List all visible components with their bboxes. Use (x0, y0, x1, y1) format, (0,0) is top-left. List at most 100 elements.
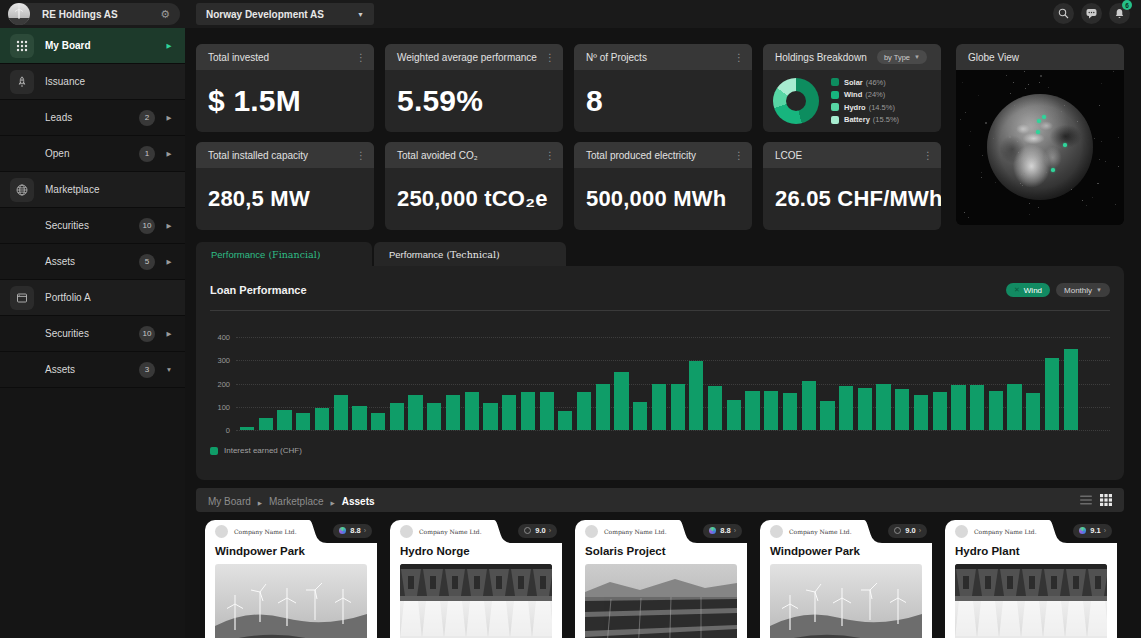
bar[interactable] (352, 406, 366, 430)
bar[interactable] (1026, 393, 1040, 430)
sidebar-item-issuance-1[interactable]: Issuance (0, 64, 185, 100)
bar[interactable] (521, 392, 535, 430)
by-type-select[interactable]: by Type▼ (877, 50, 927, 64)
kebab-menu-icon[interactable]: ⋮ (545, 52, 555, 63)
breadcrumb-assets[interactable]: Assets (342, 496, 375, 507)
bar[interactable] (633, 402, 647, 430)
bar[interactable] (839, 386, 853, 430)
workspace-select[interactable]: Norway Development AS ▼ (196, 3, 374, 25)
bar[interactable] (951, 385, 965, 430)
sidebar-item-leads-2[interactable]: Leads2▶ (0, 100, 185, 136)
asset-location-marker[interactable] (1063, 143, 1067, 147)
bar[interactable] (446, 395, 460, 430)
main-content: Total invested⋮$ 1.5MWeighted average pe… (196, 28, 1141, 638)
tab-performance-financial[interactable]: Performance(Financial) (196, 242, 372, 266)
bar[interactable] (652, 384, 666, 431)
bar[interactable] (577, 392, 591, 430)
bar[interactable] (876, 384, 890, 431)
grid-view-icon[interactable] (1100, 494, 1112, 506)
bar[interactable] (334, 395, 348, 430)
bar[interactable] (614, 372, 628, 430)
list-view-icon[interactable] (1080, 495, 1092, 505)
score-badge[interactable]: 9.1› (1073, 524, 1112, 538)
bar[interactable] (802, 381, 816, 430)
bar[interactable] (708, 386, 722, 430)
notifications-button[interactable]: 6 (1109, 3, 1130, 24)
gear-icon[interactable]: ⚙ (160, 8, 170, 21)
bar[interactable] (914, 395, 928, 430)
kebab-menu-icon[interactable]: ⋮ (545, 150, 555, 161)
interval-select-chip[interactable]: Monthly ▼ (1056, 283, 1110, 297)
bar[interactable] (296, 413, 310, 430)
bar[interactable] (277, 410, 291, 430)
breadcrumb-my-board[interactable]: My Board (208, 496, 251, 507)
kpi-title: LCOE (775, 150, 923, 161)
bar[interactable] (596, 384, 610, 431)
bar[interactable] (989, 391, 1003, 431)
kebab-menu-icon[interactable]: ⋮ (734, 52, 744, 63)
bar[interactable] (1007, 384, 1021, 431)
sidebar-item-my-board-0[interactable]: My Board▶ (0, 28, 185, 64)
kebab-menu-icon[interactable]: ⋮ (356, 150, 366, 161)
bar[interactable] (745, 391, 759, 431)
asset-card-solaris-project-2[interactable]: 8.8›Company Name Ltd.Solaris Project (575, 520, 747, 638)
bar[interactable] (764, 391, 778, 431)
bar[interactable] (970, 385, 984, 430)
bar[interactable] (933, 392, 947, 430)
bar[interactable] (315, 408, 329, 430)
bar[interactable] (858, 388, 872, 430)
bar[interactable] (540, 392, 554, 430)
chevron-right-icon: ▶ (165, 42, 173, 50)
bar[interactable] (465, 392, 479, 430)
bar[interactable] (727, 400, 741, 430)
asset-location-marker[interactable] (1051, 168, 1055, 172)
bar[interactable] (483, 403, 497, 430)
bar[interactable] (820, 401, 834, 430)
score-badge[interactable]: 9.0› (518, 524, 557, 538)
kebab-menu-icon[interactable]: ⋮ (923, 150, 933, 161)
bar[interactable] (783, 393, 797, 430)
bar[interactable] (895, 389, 909, 430)
bar[interactable] (558, 411, 572, 430)
bar[interactable] (427, 403, 441, 430)
sidebar-item-portfolio-a-7[interactable]: Portfolio A (0, 280, 185, 316)
asset-card-windpower-park-0[interactable]: 8.8›Company Name Ltd.Windpower Park (205, 520, 377, 638)
bar[interactable] (408, 395, 422, 430)
sidebar-item-marketplace-4[interactable]: Marketplace (0, 172, 185, 208)
bar[interactable] (689, 361, 703, 430)
bar[interactable] (371, 413, 385, 430)
sidebar-item-securities-5[interactable]: Securities10▶ (0, 208, 185, 244)
bar[interactable] (240, 427, 254, 431)
score-badge[interactable]: 8.8› (703, 524, 742, 538)
sidebar-item-assets-9[interactable]: Assets3▼ (0, 352, 185, 388)
score-badge[interactable]: 8.8› (333, 524, 372, 538)
tab-performance-technical[interactable]: Performance(Technical) (374, 242, 566, 266)
remove-icon[interactable]: ✕ (1014, 286, 1020, 294)
bar[interactable] (502, 395, 516, 430)
sidebar-item-assets-6[interactable]: Assets5▶ (0, 244, 185, 280)
asset-location-marker[interactable] (1042, 115, 1046, 119)
bar[interactable] (259, 418, 273, 430)
asset-card-hydro-norge-1[interactable]: 9.0›Company Name Ltd.Hydro Norge (390, 520, 562, 638)
chat-button[interactable] (1081, 3, 1102, 24)
company-avatar (585, 525, 598, 538)
asset-location-marker[interactable] (1036, 130, 1040, 134)
asset-location-marker[interactable] (1037, 119, 1041, 123)
kebab-menu-icon[interactable]: ⋮ (356, 52, 366, 63)
bar[interactable] (1045, 358, 1059, 430)
globe-canvas[interactable] (956, 70, 1124, 225)
bar[interactable] (671, 384, 685, 431)
kebab-menu-icon[interactable]: ⋮ (734, 150, 744, 161)
asset-card-windpower-park-3[interactable]: 9.0›Company Name Ltd.Windpower Park (760, 520, 932, 638)
sidebar-item-open-3[interactable]: Open1▶ (0, 136, 185, 172)
bar[interactable] (390, 403, 404, 430)
bar[interactable] (1064, 349, 1078, 430)
score-badge[interactable]: 9.0› (888, 524, 927, 538)
org-switcher[interactable]: RE Holdings AS ⚙ (8, 3, 180, 25)
wind-filter-chip[interactable]: ✕ Wind (1006, 283, 1050, 297)
sidebar-item-securities-8[interactable]: Securities10▶ (0, 316, 185, 352)
star (1010, 93, 1011, 94)
breadcrumb-marketplace[interactable]: Marketplace (269, 496, 323, 507)
search-button[interactable] (1053, 3, 1074, 24)
asset-card-hydro-plant-4[interactable]: 9.1›Company Name Ltd.Hydro Plant (945, 520, 1117, 638)
